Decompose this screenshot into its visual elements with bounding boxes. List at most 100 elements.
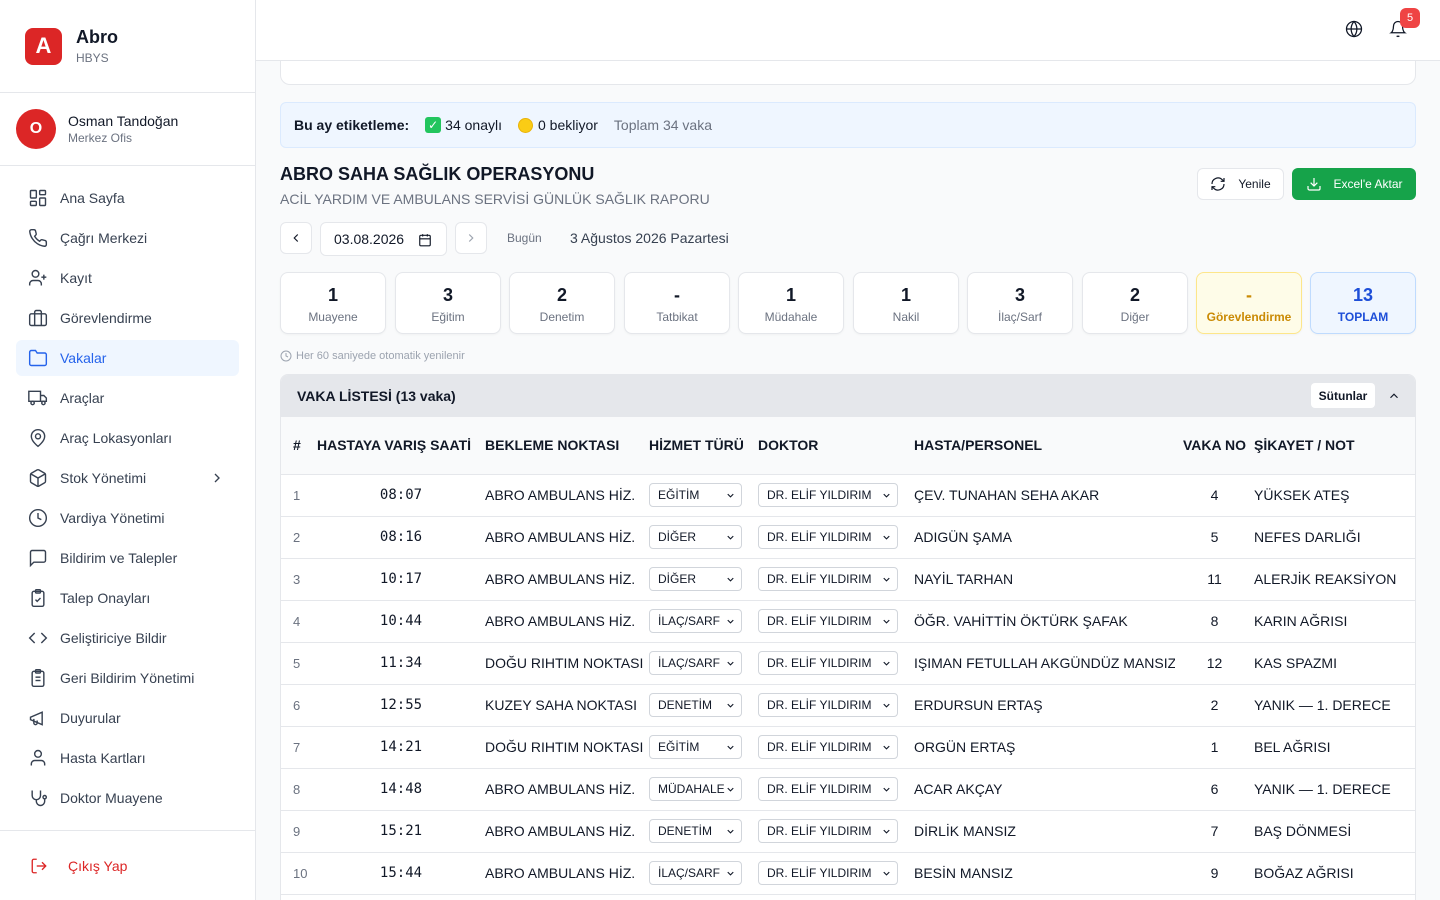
collapse-button[interactable]	[1387, 389, 1401, 403]
sidebar-item-5[interactable]: Araçlar	[16, 380, 239, 416]
stat-card[interactable]: 13 TOPLAM	[1310, 272, 1416, 334]
sidebar-item-6[interactable]: Araç Lokasyonları	[16, 420, 239, 456]
service-type-select[interactable]: DENETİM	[649, 819, 742, 843]
complaint-note: BEL AĞRISI	[1254, 726, 1415, 769]
service-type-value: İLAÇ/SARF	[658, 866, 721, 880]
stat-card[interactable]: 3 İlaç/Sarf	[967, 272, 1073, 334]
date-input[interactable]: 03.08.2026	[320, 222, 447, 256]
row-number: 3	[281, 558, 317, 601]
table-row[interactable]: 5 11:34 DOĞU RIHTIM NOKTASI İLAÇ/SARF DR. EL…	[281, 642, 1415, 685]
sidebar-item-label: Vardiya Yönetimi	[60, 510, 165, 526]
next-day-button[interactable]	[455, 222, 487, 254]
doctor-select[interactable]: DR. ELİF YILDIRIM	[758, 777, 898, 801]
column-header[interactable]: VAKA NO	[1175, 417, 1254, 475]
doctor-select[interactable]: DR. ELİF YILDIRIM	[758, 861, 898, 885]
stat-card[interactable]: 2 Diğer	[1082, 272, 1188, 334]
service-type-select[interactable]: DİĞER	[649, 567, 742, 591]
doctor-select[interactable]: DR. ELİF YILDIRIM	[758, 483, 898, 507]
table-row[interactable]: 4 10:44 ABRO AMBULANS HİZ. İLAÇ/SARF DR. ELİ…	[281, 600, 1415, 643]
doctor-select[interactable]: DR. ELİF YILDIRIM	[758, 735, 898, 759]
stat-card[interactable]: 1 Muayene	[280, 272, 386, 334]
refresh-icon	[1211, 177, 1225, 191]
stat-card[interactable]: 3 Eğitim	[395, 272, 501, 334]
doctor-select[interactable]: DR. ELİF YILDIRIM	[758, 609, 898, 633]
folder-icon	[28, 348, 48, 368]
logout-label: Çıkış Yap	[68, 857, 128, 874]
user-profile[interactable]: O Osman Tandoğan Merkez Ofis	[0, 93, 255, 166]
service-type-select[interactable]: İLAÇ/SARF	[649, 609, 742, 633]
stat-card[interactable]: - Görevlendirme	[1196, 272, 1302, 334]
table-row[interactable]: 6 12:55 KUZEY SAHA NOKTASI DENETİM DR. ELİF …	[281, 684, 1415, 727]
column-header[interactable]: DOKTOR	[758, 417, 914, 475]
service-type-value: DİĞER	[658, 572, 697, 586]
language-button[interactable]	[1345, 20, 1363, 38]
sidebar-item-15[interactable]: Doktor Muayene	[16, 780, 239, 816]
doctor-select[interactable]: DR. ELİF YILDIRIM	[758, 693, 898, 717]
doctor-select[interactable]: DR. ELİF YILDIRIM	[758, 651, 898, 675]
sidebar-item-label: Bildirim ve Talepler	[60, 550, 178, 566]
column-header[interactable]: ŞİKAYET / NOT	[1254, 417, 1415, 475]
sidebar-item-14[interactable]: Hasta Kartları	[16, 740, 239, 776]
prev-day-button[interactable]	[280, 222, 312, 254]
chevron-right-icon	[209, 470, 225, 486]
sidebar-item-13[interactable]: Duyurular	[16, 700, 239, 736]
avatar: O	[16, 109, 56, 149]
service-type-select[interactable]: MÜDAHALE	[649, 777, 742, 801]
doctor-value: DR. ELİF YILDIRIM	[767, 614, 872, 628]
stat-value: 2	[1129, 285, 1140, 305]
sidebar-item-12[interactable]: Geri Bildirim Yönetimi	[16, 660, 239, 696]
logout-button[interactable]: Çıkış Yap	[0, 830, 255, 900]
message-icon	[28, 548, 48, 568]
today-button[interactable]: Bugün	[507, 231, 542, 245]
stat-label: TOPLAM	[1337, 310, 1389, 324]
stat-card[interactable]: 2 Denetim	[509, 272, 615, 334]
columns-button[interactable]: Sütunlar	[1311, 383, 1375, 408]
service-type-select[interactable]: EĞİTİM	[649, 483, 742, 507]
arrival-time: 14:21	[317, 726, 485, 769]
column-header[interactable]: HASTAYA VARIŞ SAATİ	[317, 417, 485, 475]
doctor-select[interactable]: DR. ELİF YILDIRIM	[758, 567, 898, 591]
table-row[interactable]: 7 14:21 DOĞU RIHTIM NOKTASI EĞİTİM DR. ELİF …	[281, 726, 1415, 769]
table-row[interactable]: 9 15:21 ABRO AMBULANS HİZ. DENETİM DR. ELİF …	[281, 810, 1415, 853]
sidebar-item-11[interactable]: Geliştiriciye Bildir	[16, 620, 239, 656]
excel-export-button[interactable]: Excel'e Aktar	[1292, 168, 1416, 200]
sidebar-item-10[interactable]: Talep Onayları	[16, 580, 239, 616]
stat-card[interactable]: - Tatbikat	[624, 272, 730, 334]
refresh-button[interactable]: Yenile	[1197, 168, 1284, 200]
service-type-select[interactable]: İLAÇ/SARF	[649, 651, 742, 675]
sidebar-item-8[interactable]: Vardiya Yönetimi	[16, 500, 239, 536]
full-date: 3 Ağustos 2026 Pazartesi	[570, 230, 729, 246]
table-row[interactable]: 2 08:16 ABRO AMBULANS HİZ. DİĞER DR. ELİF YI…	[281, 516, 1415, 559]
doctor-value: DR. ELİF YILDIRIM	[767, 530, 872, 544]
sidebar-item-1[interactable]: Çağrı Merkezi	[16, 220, 239, 256]
sidebar-item-9[interactable]: Bildirim ve Talepler	[16, 540, 239, 576]
service-type-select[interactable]: DENETİM	[649, 693, 742, 717]
doctor-select[interactable]: DR. ELİF YILDIRIM	[758, 819, 898, 843]
auto-refresh-note: Her 60 saniyede otomatik yenilenir	[280, 350, 465, 362]
service-type-select[interactable]: İLAÇ/SARF	[649, 861, 742, 885]
date-bar: 03.08.2026 Bugün 3 Ağustos 2026 Pazartes…	[280, 222, 980, 256]
column-header[interactable]: BEKLEME NOKTASI	[485, 417, 649, 475]
stat-label: Nakil	[892, 310, 920, 324]
service-type-select[interactable]: EĞİTİM	[649, 735, 742, 759]
table-row[interactable]: 8 14:48 ABRO AMBULANS HİZ. MÜDAHALE DR. ELİF…	[281, 768, 1415, 811]
column-header[interactable]: #	[281, 417, 317, 475]
sidebar-item-4[interactable]: Vakalar	[16, 340, 239, 376]
sidebar-item-0[interactable]: Ana Sayfa	[16, 180, 239, 216]
arrival-time: 08:16	[317, 516, 485, 559]
sidebar-item-7[interactable]: Stok Yönetimi	[16, 460, 239, 496]
column-header[interactable]: HİZMET TÜRÜ	[649, 417, 758, 475]
table-row[interactable]: 3 10:17 ABRO AMBULANS HİZ. DİĞER DR. ELİF YI…	[281, 558, 1415, 601]
stat-card[interactable]: 1 Müdahale	[738, 272, 844, 334]
patient-name: IŞIMAN FETULLAH AKGÜNDÜZ MANSIZ	[914, 642, 1175, 685]
row-number: 6	[281, 684, 317, 727]
brand[interactable]: A Abro HBYS	[0, 0, 255, 93]
table-row[interactable]: 1 08:07 ABRO AMBULANS HİZ. EĞİTİM DR. ELİF Y…	[281, 474, 1415, 517]
service-type-select[interactable]: DİĞER	[649, 525, 742, 549]
doctor-select[interactable]: DR. ELİF YILDIRIM	[758, 525, 898, 549]
sidebar-item-2[interactable]: Kayıt	[16, 260, 239, 296]
table-row[interactable]: 10 15:44 ABRO AMBULANS HİZ. İLAÇ/SARF DR. EL…	[281, 852, 1415, 895]
stat-card[interactable]: 1 Nakil	[853, 272, 959, 334]
column-header[interactable]: HASTA/PERSONEL	[914, 417, 1175, 475]
sidebar-item-3[interactable]: Görevlendirme	[16, 300, 239, 336]
